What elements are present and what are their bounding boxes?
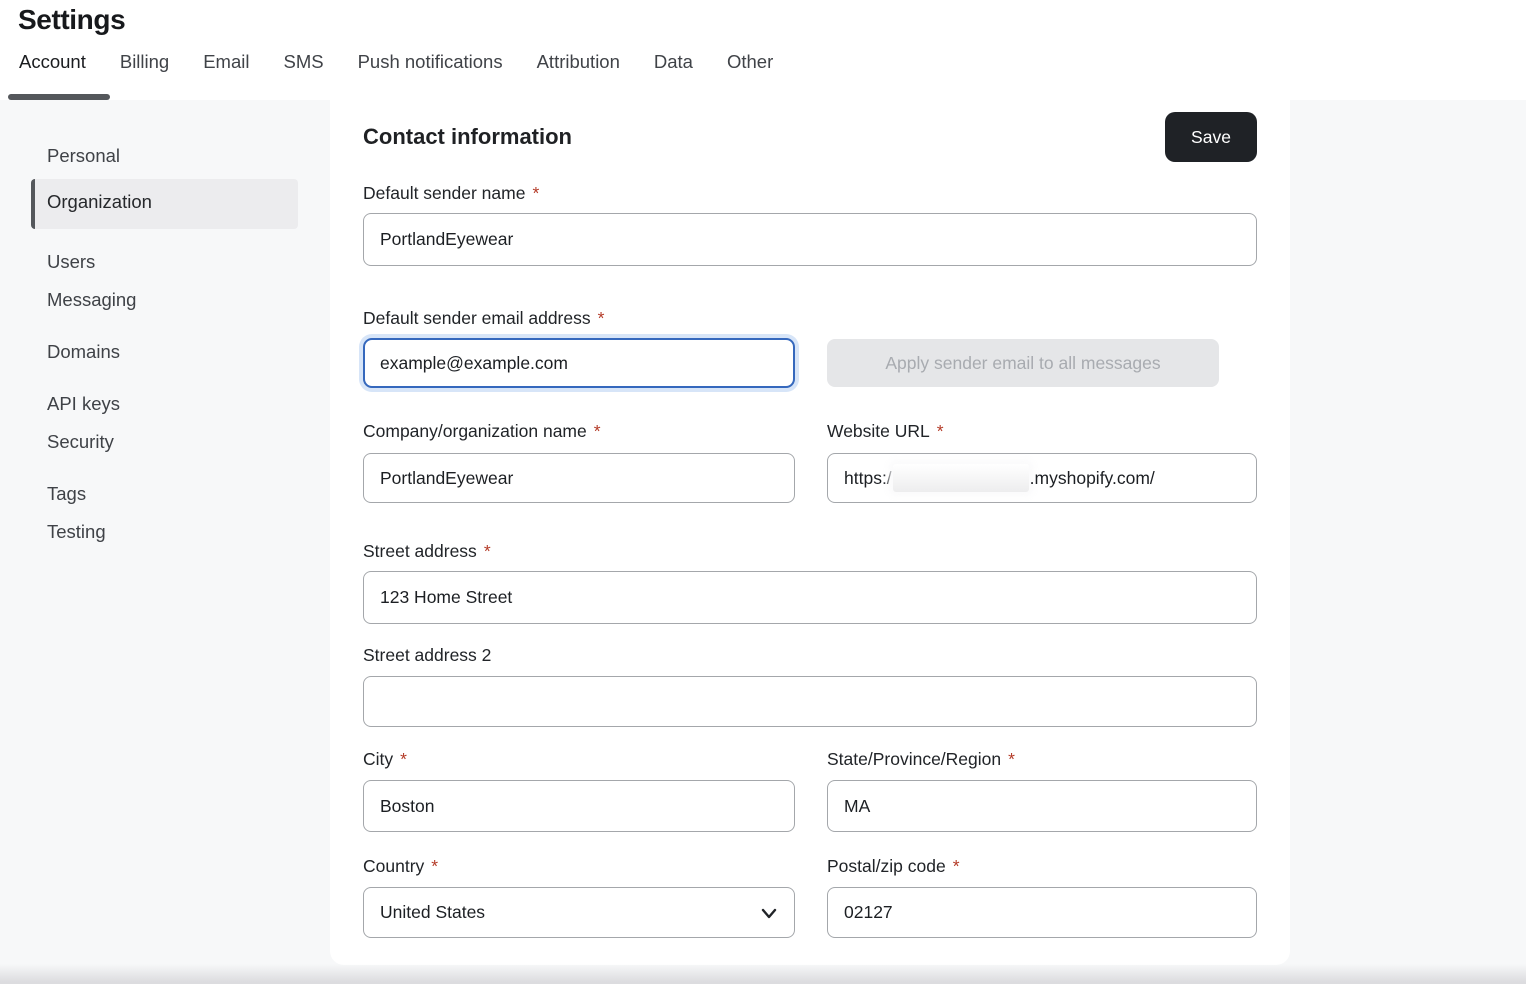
street-address-label: Street address * bbox=[363, 541, 1257, 562]
required-asterisk: * bbox=[937, 421, 944, 441]
company-label: Company/organization name * bbox=[363, 421, 795, 442]
sidebar-item-organization[interactable]: Organization bbox=[31, 179, 298, 229]
state-label-text: State/Province/Region bbox=[827, 749, 1001, 769]
country-label: Country * bbox=[363, 856, 795, 877]
page-title: Settings bbox=[18, 4, 125, 36]
sidebar-item-api-keys[interactable]: API keys bbox=[0, 385, 330, 423]
company-website-labels-row: Company/organization name * Website URL * bbox=[363, 421, 1257, 442]
sidebar-group-misc: Tags Testing bbox=[0, 475, 330, 551]
tab-push-notifications[interactable]: Push notifications bbox=[358, 51, 503, 87]
website-url-input[interactable]: https:/ .myshopify.com/ bbox=[827, 453, 1257, 503]
state-input[interactable] bbox=[827, 780, 1257, 832]
account-settings-sidebar: Personal Organization Users Messaging Do… bbox=[0, 100, 330, 984]
country-postal-labels-row: Country * Postal/zip code * bbox=[363, 856, 1257, 877]
country-select-value: United States bbox=[363, 887, 795, 938]
tab-sms[interactable]: SMS bbox=[283, 51, 323, 87]
page-bottom-shadow bbox=[0, 964, 1526, 984]
sidebar-item-domains[interactable]: Domains bbox=[0, 333, 330, 371]
required-asterisk: * bbox=[598, 308, 605, 328]
city-label-text: City bbox=[363, 749, 393, 769]
country-label-text: Country bbox=[363, 856, 424, 876]
tab-email[interactable]: Email bbox=[203, 51, 249, 87]
website-url-prefix: https:/ bbox=[844, 468, 892, 489]
required-asterisk: * bbox=[400, 749, 407, 769]
sidebar-group-security: API keys Security bbox=[0, 385, 330, 461]
sender-email-label-text: Default sender email address bbox=[363, 308, 591, 328]
settings-content: Personal Organization Users Messaging Do… bbox=[0, 100, 1526, 984]
required-asterisk: * bbox=[1008, 749, 1015, 769]
city-input[interactable] bbox=[363, 780, 795, 832]
sender-name-input[interactable] bbox=[363, 213, 1257, 266]
company-website-inputs-row: https:/ .myshopify.com/ bbox=[363, 453, 1257, 503]
required-asterisk: * bbox=[594, 421, 601, 441]
country-postal-inputs-row: United States bbox=[363, 887, 1257, 938]
apply-sender-email-button[interactable]: Apply sender email to all messages bbox=[827, 339, 1219, 387]
website-url-label-text: Website URL bbox=[827, 421, 930, 441]
sidebar-item-testing[interactable]: Testing bbox=[0, 513, 330, 551]
contact-information-card: Contact information Save Default sender … bbox=[330, 100, 1290, 965]
card-header: Contact information Save bbox=[363, 112, 1257, 162]
sender-email-input[interactable] bbox=[363, 338, 795, 388]
sidebar-item-tags[interactable]: Tags bbox=[0, 475, 330, 513]
postal-label: Postal/zip code * bbox=[827, 856, 1257, 877]
company-label-text: Company/organization name bbox=[363, 421, 587, 441]
tab-data[interactable]: Data bbox=[654, 51, 693, 87]
required-asterisk: * bbox=[532, 183, 539, 203]
country-select[interactable]: United States bbox=[363, 887, 795, 938]
tab-account[interactable]: Account bbox=[19, 51, 86, 87]
street-address2-label: Street address 2 bbox=[363, 645, 1257, 666]
required-asterisk: * bbox=[953, 856, 960, 876]
sidebar-item-personal[interactable]: Personal bbox=[0, 137, 330, 175]
sidebar-item-security[interactable]: Security bbox=[0, 423, 330, 461]
active-tab-indicator bbox=[8, 94, 110, 100]
sidebar-group-users: Users Messaging bbox=[0, 243, 330, 319]
country-select-text: United States bbox=[380, 902, 485, 923]
required-asterisk: * bbox=[484, 541, 491, 561]
website-url-suffix: .myshopify.com/ bbox=[1030, 468, 1155, 489]
sidebar-group-domains: Domains bbox=[0, 333, 330, 371]
city-state-inputs-row bbox=[363, 780, 1257, 832]
postal-label-text: Postal/zip code bbox=[827, 856, 946, 876]
website-url-label: Website URL * bbox=[827, 421, 1257, 442]
street-address2-input[interactable] bbox=[363, 676, 1257, 727]
sender-name-label: Default sender name * bbox=[363, 183, 1257, 204]
settings-header: Settings Account Billing Email SMS Push … bbox=[0, 0, 1526, 100]
save-button[interactable]: Save bbox=[1165, 112, 1257, 162]
city-state-labels-row: City * State/Province/Region * bbox=[363, 749, 1257, 770]
street-address-label-text: Street address bbox=[363, 541, 477, 561]
tab-attribution[interactable]: Attribution bbox=[537, 51, 620, 87]
street-address-input[interactable] bbox=[363, 571, 1257, 624]
tab-billing[interactable]: Billing bbox=[120, 51, 169, 87]
website-url-redacted-blur bbox=[893, 464, 1029, 492]
required-asterisk: * bbox=[431, 856, 438, 876]
settings-tab-bar: Account Billing Email SMS Push notificat… bbox=[19, 51, 773, 87]
state-label: State/Province/Region * bbox=[827, 749, 1257, 770]
company-input[interactable] bbox=[363, 453, 795, 503]
sender-name-label-text: Default sender name bbox=[363, 183, 525, 203]
card-title: Contact information bbox=[363, 124, 572, 150]
sidebar-group-profile: Personal Organization bbox=[0, 137, 330, 229]
sender-email-label: Default sender email address * bbox=[363, 308, 1257, 329]
sidebar-item-users[interactable]: Users bbox=[0, 243, 330, 281]
sidebar-item-messaging[interactable]: Messaging bbox=[0, 281, 330, 319]
city-label: City * bbox=[363, 749, 795, 770]
sender-email-row: Apply sender email to all messages bbox=[363, 338, 1257, 388]
postal-input[interactable] bbox=[827, 887, 1257, 938]
tab-other[interactable]: Other bbox=[727, 51, 773, 87]
